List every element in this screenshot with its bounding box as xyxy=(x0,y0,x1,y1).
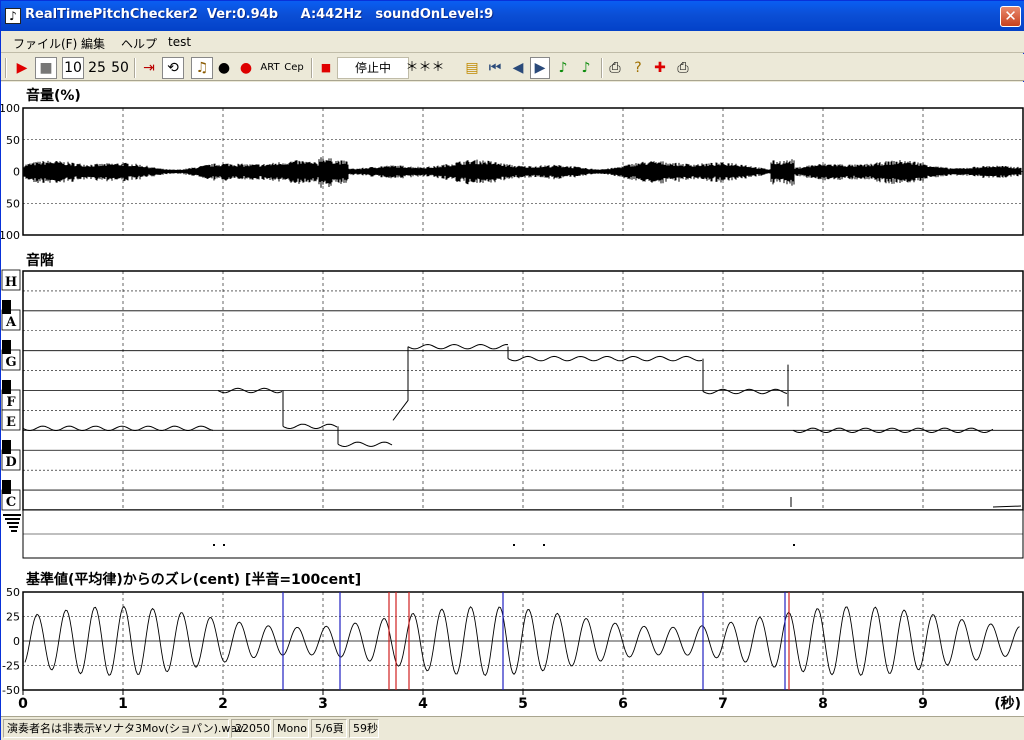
stop-button[interactable]: ■ xyxy=(35,57,57,79)
note-label-d: D xyxy=(5,455,16,470)
onset-dot xyxy=(793,544,795,546)
x-tick-label: 6 xyxy=(618,696,628,712)
next-page-icon[interactable]: ▶ xyxy=(530,57,550,79)
window-title: RealTimePitchChecker2 Ver:0.94b A:442Hz … xyxy=(25,7,494,22)
status-channels: Mono xyxy=(273,719,309,738)
black-key xyxy=(2,380,11,394)
record-stop-icon[interactable]: ■ xyxy=(317,57,335,79)
onset-tick xyxy=(9,526,18,528)
prev-page-icon[interactable]: ◀ xyxy=(508,57,528,79)
x-tick-label: 2 xyxy=(218,696,228,712)
jump-to-end-icon[interactable]: ⇥ xyxy=(138,57,160,79)
art-button[interactable]: ART xyxy=(259,57,281,79)
speed-25-button[interactable]: 25 xyxy=(86,57,108,79)
cent-tick-label: 50 xyxy=(6,586,20,599)
violin-icon[interactable]: ♫ xyxy=(191,57,213,79)
onset-tick xyxy=(11,530,17,532)
black-key xyxy=(2,340,11,354)
menu-help[interactable]: ヘルプ xyxy=(121,35,157,52)
onset-dot xyxy=(513,544,515,546)
onset-tick xyxy=(3,514,21,516)
x-tick-label: 1 xyxy=(118,696,128,712)
skip-start-icon[interactable]: ⏮ xyxy=(485,57,505,79)
menu-file[interactable]: ファイル(F) xyxy=(13,35,77,52)
cent-tick-label: 25 xyxy=(6,611,20,624)
black-key xyxy=(2,300,11,314)
x-tick-label: 3 xyxy=(318,696,328,712)
onset-tick xyxy=(7,522,19,524)
volume-tick-label: 50 xyxy=(6,197,20,210)
play-button[interactable]: ▶ xyxy=(11,57,33,79)
status-rate: 22050 xyxy=(231,719,271,738)
volume-tick-label: 100 xyxy=(1,229,20,242)
speed-10-button[interactable]: 10 xyxy=(62,57,84,79)
volume-tick-label: 0 xyxy=(13,166,20,179)
x-tick-label: 0 xyxy=(18,696,28,712)
person-icon[interactable]: ● xyxy=(214,57,234,79)
app-window: ♪ RealTimePitchChecker2 Ver:0.94b A:442H… xyxy=(0,0,1024,740)
cep-button[interactable]: Cep xyxy=(283,57,305,79)
close-button[interactable]: ✕ xyxy=(1000,6,1021,27)
speed-50-button[interactable]: 50 xyxy=(109,57,131,79)
onset-dot xyxy=(213,544,215,546)
singer-icon[interactable]: ● xyxy=(236,57,256,79)
cent-tick-label: 0 xyxy=(13,635,20,648)
note-green-icon[interactable]: ♪ xyxy=(553,57,573,79)
status-file: 演奏者名は非表示¥ソナタ3Mov(ショパン).wav xyxy=(3,719,244,738)
cent-tick-label: -25 xyxy=(2,660,20,673)
print-icon[interactable]: ⎙ xyxy=(605,57,625,79)
onset-dot xyxy=(223,544,225,546)
music-app-icon[interactable]: ♪ xyxy=(5,8,21,24)
toolbar-grip xyxy=(5,58,7,78)
note-display: ＊＊＊ xyxy=(405,60,445,75)
toolbar-separator xyxy=(134,58,136,78)
menu-bar: ファイル(F) 編集 ヘルプ test xyxy=(1,31,1024,53)
note-label-c: C xyxy=(6,495,16,510)
help-icon[interactable]: ? xyxy=(628,57,648,79)
note-label-f: F xyxy=(6,395,16,410)
menu-edit[interactable]: 編集 xyxy=(81,35,105,52)
x-tick-label: 4 xyxy=(418,696,428,712)
volume-tick-label: 100 xyxy=(1,102,20,115)
pitch-charts: 10050050100HAGFEDC50250-25-500 1 2 3 4 5 6 7 8 9(… xyxy=(1,102,1024,712)
onset-tick xyxy=(5,518,20,520)
status-duration: 59秒 xyxy=(349,719,379,738)
toolbar-separator xyxy=(311,58,313,78)
status-bar: 演奏者名は非表示¥ソナタ3Mov(ショパン).wav 22050 Mono 5/… xyxy=(1,716,1024,740)
toolbar: ▶ ■ 10 25 50 ⇥ ⟲ ♫ ● ● ART Cep ■ 停止中 ＊＊＊… xyxy=(1,54,1024,81)
note-label-h: H xyxy=(5,275,17,290)
note-label-g: G xyxy=(5,355,16,370)
chart-area: 音量(%) 音階 基準値(平均律)からのズレ(cent) [半音=100cent… xyxy=(1,82,1024,716)
open-folder-icon[interactable]: ▤ xyxy=(461,57,483,79)
loop-icon[interactable]: ⟲ xyxy=(162,57,184,79)
marker-icon[interactable]: ✚ xyxy=(650,57,670,79)
print-setup-icon[interactable]: ⎙ xyxy=(673,57,693,79)
x-tick-label: 7 xyxy=(718,696,728,712)
menu-test[interactable]: test xyxy=(168,35,191,49)
note-label-a: A xyxy=(5,315,17,330)
note-outline-icon[interactable]: ♪ xyxy=(576,57,596,79)
black-key xyxy=(2,440,11,454)
black-key xyxy=(2,480,11,494)
note-label-e: E xyxy=(6,415,16,430)
toolbar-separator xyxy=(601,58,603,78)
x-axis-unit: (秒) xyxy=(994,695,1021,712)
title-bar[interactable]: ♪ RealTimePitchChecker2 Ver:0.94b A:442H… xyxy=(1,1,1024,31)
x-tick-label: 9 xyxy=(918,696,928,712)
x-tick-label: 8 xyxy=(818,696,828,712)
x-tick-label: 5 xyxy=(518,696,528,712)
status-page: 5/6頁 xyxy=(311,719,347,738)
volume-tick-label: 50 xyxy=(6,134,20,147)
onset-dot xyxy=(543,544,545,546)
